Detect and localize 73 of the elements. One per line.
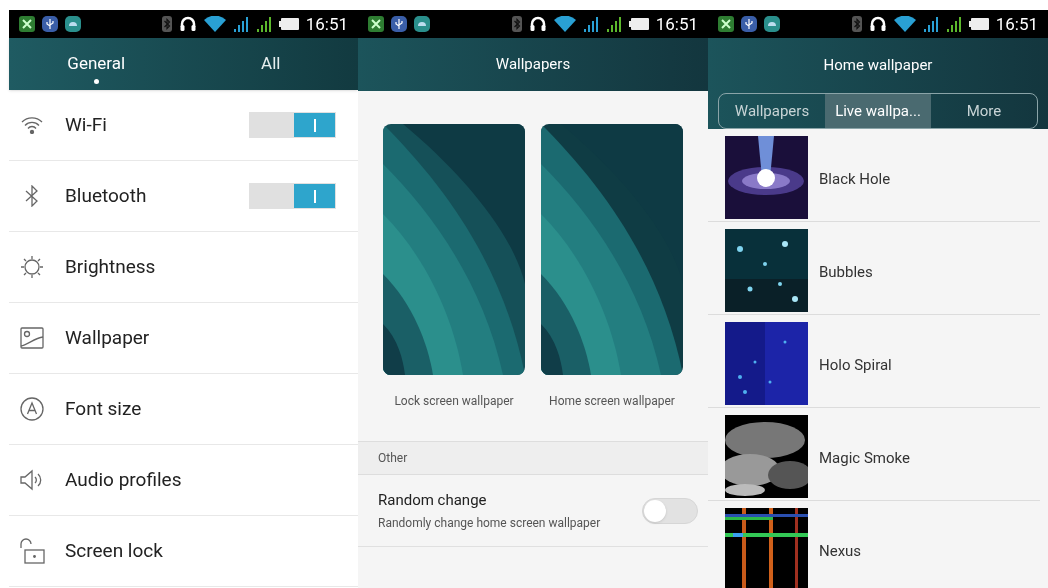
- row-label: Audio profiles: [65, 466, 183, 493]
- wallpaper-option[interactable]: Lock screen wallpaper: [375, 124, 533, 441]
- status-time: 16:51: [995, 15, 1038, 33]
- settings-row[interactable]: Wi-Fi: [9, 90, 358, 161]
- row-label: Font size: [65, 395, 143, 422]
- segment-tab[interactable]: More: [931, 94, 1037, 128]
- notification-icon: [65, 16, 81, 32]
- row-label: Bluetooth: [65, 182, 148, 209]
- row-label: Screen lock: [65, 537, 164, 564]
- bluetooth-icon: [511, 16, 522, 32]
- live-wallpaper-row[interactable]: Holo Spiral: [708, 315, 1040, 408]
- segment-tab[interactable]: Live wallpa...: [825, 94, 931, 128]
- notification-icon: [414, 16, 430, 32]
- notification-icon: [764, 16, 780, 32]
- font-icon: [20, 397, 44, 421]
- image-icon: [20, 327, 44, 349]
- signal-icon: [232, 16, 249, 32]
- settings-row[interactable]: Random change Randomly change home screen wallpaper: [358, 475, 708, 547]
- headphones-icon: [868, 15, 887, 33]
- usb-icon: [42, 16, 58, 32]
- unlocked-lock-icon: [19, 538, 45, 564]
- wifi-icon: [553, 16, 576, 32]
- wifi-icon: [203, 16, 226, 32]
- battery-icon: [968, 17, 989, 31]
- signal-icon: [945, 16, 962, 32]
- wifi-icon: [893, 16, 916, 32]
- row-label: Wallpaper: [65, 324, 151, 351]
- toggle-switch[interactable]: [249, 112, 336, 138]
- row-label: Brightness: [65, 253, 157, 280]
- wallpaper-name: Holo Spiral: [819, 355, 892, 376]
- wifi-icon: [21, 116, 43, 134]
- screen-title: Home wallpaper: [823, 55, 933, 77]
- row-label: Wi-Fi: [65, 111, 108, 138]
- usb-icon: [741, 16, 757, 32]
- bluetooth-icon: [161, 16, 172, 32]
- signal-icon: [255, 16, 272, 32]
- wallpaper-caption: Lock screen wallpaper: [394, 393, 514, 410]
- settings-row[interactable]: Bluetooth: [9, 161, 358, 232]
- signal-icon: [582, 16, 599, 32]
- wallpaper-option[interactable]: Home screen wallpaper: [533, 124, 691, 441]
- battery-icon: [628, 17, 649, 31]
- setting-title: Random change: [378, 490, 488, 512]
- setting-description: Randomly change home screen wallpaper: [378, 514, 602, 532]
- usb-icon: [391, 16, 407, 32]
- live-wallpaper-row[interactable]: Magic Smoke: [708, 408, 1040, 501]
- headphones-icon: [178, 15, 197, 33]
- live-wallpaper-row[interactable]: Bubbles: [708, 222, 1040, 315]
- notification-icon: [368, 16, 384, 32]
- signal-icon: [922, 16, 939, 32]
- live-wallpaper-row[interactable]: Nexus: [708, 501, 1040, 588]
- wallpaper-name: Magic Smoke: [819, 448, 910, 469]
- notification-icon: [19, 16, 35, 32]
- live-wallpaper-row[interactable]: Black Hole: [708, 129, 1040, 222]
- toggle-switch[interactable]: [249, 183, 336, 209]
- tab[interactable]: All: [183, 38, 358, 90]
- screen-title: Wallpapers: [495, 54, 571, 76]
- bluetooth-icon: [851, 16, 862, 32]
- signal-icon: [605, 16, 622, 32]
- wallpaper-name: Nexus: [819, 541, 862, 562]
- status-time: 16:51: [655, 15, 698, 33]
- tab[interactable]: General: [9, 38, 184, 90]
- sun-icon: [20, 255, 44, 279]
- wallpaper-caption: Home screen wallpaper: [549, 393, 675, 410]
- wallpaper-name: Bubbles: [819, 262, 873, 283]
- headphones-icon: [528, 15, 547, 33]
- section-header: Other: [358, 441, 708, 475]
- battery-icon: [278, 17, 299, 31]
- speaker-icon: [20, 469, 44, 491]
- status-time: 16:51: [305, 15, 348, 33]
- notification-icon: [718, 16, 734, 32]
- toggle-switch[interactable]: [642, 497, 698, 524]
- wallpaper-name: Black Hole: [819, 169, 891, 190]
- segment-tab[interactable]: Wallpapers: [719, 94, 825, 128]
